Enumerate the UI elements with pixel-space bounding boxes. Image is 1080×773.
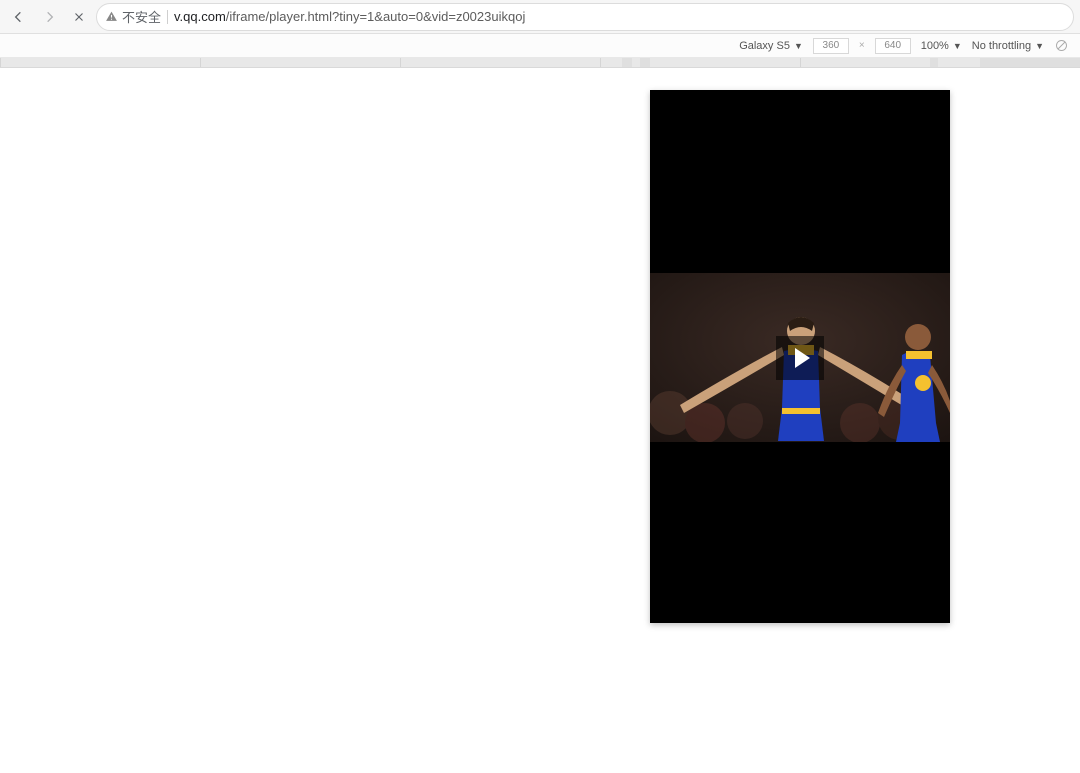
- zoom-select[interactable]: 100% ▼: [921, 40, 962, 52]
- device-toolbar: Galaxy S5 ▼ 360 × 640 100% ▼ No throttli…: [0, 34, 1080, 58]
- rotate-button[interactable]: [1054, 38, 1070, 54]
- arrow-right-icon: [41, 9, 57, 25]
- close-icon: [72, 10, 86, 24]
- device-name: Galaxy S5: [739, 40, 790, 52]
- chevron-down-icon: ▼: [1035, 41, 1044, 51]
- viewport-stage: [0, 68, 1080, 773]
- chevron-down-icon: ▼: [953, 41, 962, 51]
- stop-button[interactable]: [66, 4, 92, 30]
- ruler: [0, 58, 1080, 68]
- security-indicator[interactable]: 不安全: [105, 7, 161, 26]
- browser-toolbar: 不安全 v.qq.com/iframe/player.html?tiny=1&a…: [0, 0, 1080, 34]
- url-path: /iframe/player.html?tiny=1&auto=0&vid=z0…: [226, 9, 526, 24]
- throttling-select[interactable]: No throttling ▼: [972, 40, 1044, 52]
- back-button[interactable]: [6, 4, 32, 30]
- device-select[interactable]: Galaxy S5 ▼: [739, 40, 803, 52]
- device-frame: [650, 90, 950, 623]
- arrow-left-icon: [11, 9, 27, 25]
- viewport-width-input[interactable]: 360: [813, 38, 849, 54]
- dimension-separator: ×: [859, 40, 865, 51]
- play-icon: [795, 348, 810, 368]
- forward-button[interactable]: [36, 4, 62, 30]
- url-text: v.qq.com/iframe/player.html?tiny=1&auto=…: [174, 9, 525, 24]
- chevron-down-icon: ▼: [794, 41, 803, 51]
- no-rotate-icon: [1054, 38, 1069, 53]
- address-bar[interactable]: 不安全 v.qq.com/iframe/player.html?tiny=1&a…: [96, 3, 1074, 31]
- separator: [167, 10, 168, 24]
- viewport-height-input[interactable]: 640: [875, 38, 911, 54]
- url-host: v.qq.com: [174, 9, 226, 24]
- throttling-value: No throttling: [972, 40, 1031, 52]
- warning-icon: [105, 10, 118, 23]
- video-thumbnail[interactable]: [650, 273, 950, 442]
- zoom-value: 100%: [921, 40, 949, 52]
- play-button[interactable]: [776, 336, 824, 380]
- security-label: 不安全: [122, 7, 161, 26]
